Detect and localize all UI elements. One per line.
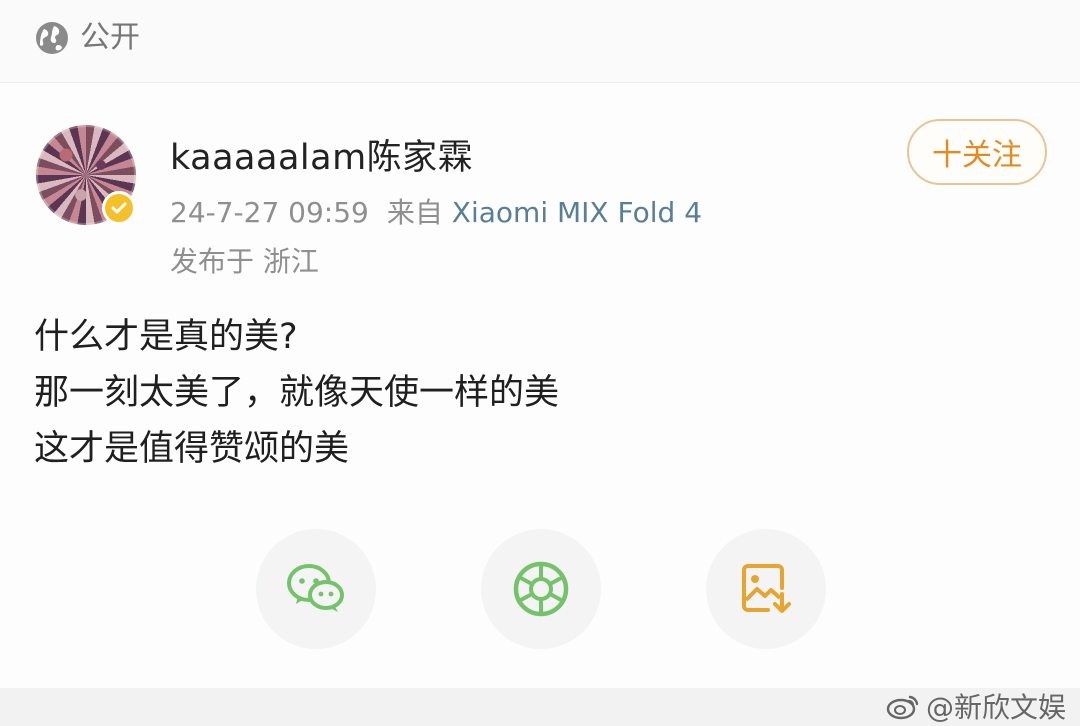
wechat-icon xyxy=(287,564,344,612)
visibility-indicator[interactable]: 公开 xyxy=(34,20,140,56)
author-name[interactable]: kaaaaalam陈家霖 xyxy=(170,129,473,180)
save-image-icon xyxy=(742,564,791,613)
moments-icon xyxy=(513,561,569,617)
weibo-logo-icon xyxy=(886,695,919,720)
follow-button[interactable]: 十关注 xyxy=(907,119,1047,185)
post-meta: 24-7-27 09:59 来自 Xiaomi MIX Fold 4 xyxy=(170,191,702,231)
content-line: 这才是值得赞颂的美 xyxy=(34,429,350,469)
watermark: @新欣文娱 xyxy=(886,686,1066,726)
post-content: 什么才是真的美? 那一刻太美了，就像天使一样的美 这才是值得赞颂的美 xyxy=(34,309,559,477)
share-wechat-button[interactable] xyxy=(256,529,376,649)
device-source[interactable]: Xiaomi MIX Fold 4 xyxy=(452,196,702,229)
globe-icon xyxy=(36,22,68,54)
share-moments-button[interactable] xyxy=(481,529,601,649)
checkmark-icon xyxy=(111,202,127,214)
save-image-button[interactable] xyxy=(706,529,826,649)
watermark-text: @新欣文娱 xyxy=(925,691,1066,724)
content-line: 那一刻太美了，就像天使一样的美 xyxy=(34,373,560,413)
verified-badge-icon xyxy=(102,191,136,225)
weibo-post-card: kaaaaalam陈家霖 24-7-27 09:59 来自 Xiaomi MIX … xyxy=(0,83,1080,688)
content-line: 什么才是真的美? xyxy=(34,317,298,357)
source-prefix: 来自 xyxy=(386,196,443,229)
visibility-label: 公开 xyxy=(80,20,140,55)
visibility-bar: 公开 xyxy=(0,0,1080,83)
post-timestamp: 24-7-27 09:59 xyxy=(170,196,369,229)
post-location: 发布于 浙江 xyxy=(170,245,319,278)
